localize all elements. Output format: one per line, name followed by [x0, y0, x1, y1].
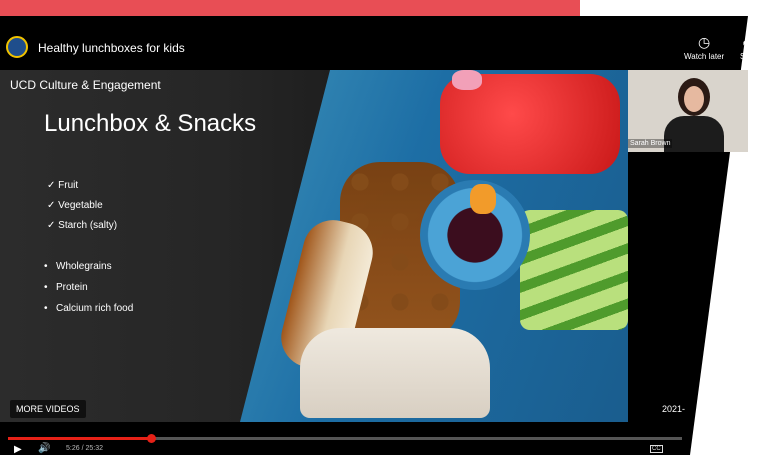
- bullet-item: • Protein: [44, 282, 88, 293]
- bear-pick-image: [470, 184, 496, 214]
- slide-title: Lunchbox & Snacks: [44, 110, 257, 137]
- cucumber-sticks-image: [520, 210, 628, 330]
- watch-later-button[interactable]: ◷ Watch later: [684, 34, 724, 61]
- presenter-face: [684, 86, 704, 112]
- more-videos-button[interactable]: MORE VIDEOS: [10, 400, 86, 418]
- progress-bar[interactable]: [8, 434, 682, 443]
- share-icon: ➦: [742, 34, 755, 50]
- checklist-item: ✓ Starch (salty): [47, 220, 118, 231]
- presentation-slide: UCD Culture & Engagement Lunchbox & Snac…: [0, 70, 628, 422]
- top-accent-band: [0, 0, 580, 16]
- checklist-item: ✓ Fruit: [47, 180, 79, 191]
- time-display: 5:26 / 25:32: [66, 445, 103, 452]
- share-button[interactable]: ➦ Shar: [740, 34, 757, 61]
- bullet-list: • Wholegrains • Protein • Calcium rich food: [44, 256, 133, 319]
- progress-fill: [8, 437, 152, 440]
- play-icon[interactable]: ▶: [14, 444, 22, 455]
- video-title[interactable]: Healthy lunchboxes for kids: [38, 41, 185, 55]
- date-text: 2021-: [662, 404, 686, 414]
- presenter-body: [664, 116, 724, 152]
- cc-icon[interactable]: CC: [650, 445, 663, 453]
- pink-pick-image: [452, 70, 482, 90]
- volume-icon[interactable]: 🔊: [38, 443, 50, 454]
- channel-logo-icon[interactable]: [6, 36, 28, 58]
- bullet-item: • Wholegrains: [44, 261, 112, 272]
- watch-later-label: Watch later: [684, 52, 725, 61]
- presenter-name: Sarah Brown: [628, 139, 673, 148]
- org-title: UCD Culture & Engagement: [10, 78, 161, 92]
- bullet-item: • Calcium rich food: [44, 303, 134, 314]
- clock-icon: ◷: [697, 34, 711, 50]
- checklist: ✓ Fruit ✓ Vegetable ✓ Starch (salty): [47, 176, 117, 236]
- share-label: Shar: [740, 52, 757, 61]
- wrap-image: [300, 328, 490, 418]
- checklist-item: ✓ Vegetable: [47, 200, 103, 211]
